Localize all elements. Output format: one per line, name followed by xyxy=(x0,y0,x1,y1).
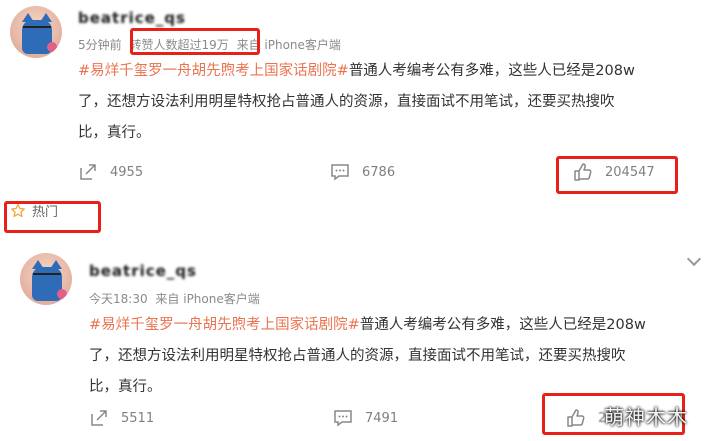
comment-icon xyxy=(331,164,349,181)
avatar[interactable] xyxy=(10,6,62,58)
post-body-line-2: 了，还想方设法利用明星特权抢占普通人的资源，直接面试不用笔试，还要买热搜吹 xyxy=(78,94,615,110)
post-body-line-3: 比，真行。 xyxy=(78,125,151,141)
comment-button[interactable]: 7491 xyxy=(333,408,398,428)
post-body-line-1: 普通人考编考公有多难，这些人已经是208w xyxy=(359,317,646,333)
share-count: 5511 xyxy=(121,410,155,426)
highlight-box-like-1 xyxy=(556,156,678,194)
post-source: 来自 iPhone客户端 xyxy=(155,292,260,306)
avatar[interactable] xyxy=(20,253,72,305)
highlight-box-hot xyxy=(4,201,101,233)
post-time: 5分钟前 xyxy=(78,38,122,52)
comment-count: 7491 xyxy=(365,410,399,426)
share-button[interactable]: 5511 xyxy=(89,408,154,428)
post-text: #易烊千玺罗一舟胡先煦考上国家话剧院#普通人考编考公有多难，这些人已经是208w… xyxy=(78,56,698,149)
username[interactable]: beatrice_qs xyxy=(89,262,197,280)
watermark: 萌神木木 xyxy=(604,405,688,429)
username[interactable]: beatrice_qs xyxy=(78,9,186,27)
hashtag-link[interactable]: #易烊千玺罗一舟胡先煦考上国家话剧院# xyxy=(89,317,360,333)
post-meta: 今天18:30 来自 iPhone客户端 xyxy=(89,290,264,307)
post-time: 今天18:30 xyxy=(89,292,148,306)
share-icon xyxy=(80,164,96,180)
share-count: 4955 xyxy=(110,164,144,180)
post-body-line-3: 比，真行。 xyxy=(89,379,162,395)
post-body-line-1: 普通人考编考公有多难，这些人已经是208w xyxy=(348,63,635,79)
comment-button[interactable]: 6786 xyxy=(330,162,395,182)
highlight-box-stat xyxy=(130,28,260,55)
hashtag-link[interactable]: #易烊千玺罗一舟胡先煦考上国家话剧院# xyxy=(78,63,349,79)
post-body-line-2: 了，还想方设法利用明星特权抢占普通人的资源，直接面试不用笔试，还要买热搜吹 xyxy=(89,348,626,364)
comment-icon xyxy=(334,410,352,427)
share-button[interactable]: 4955 xyxy=(78,162,143,182)
share-icon xyxy=(91,410,107,426)
post-text: #易烊千玺罗一舟胡先煦考上国家话剧院#普通人考编考公有多难，这些人已经是208w… xyxy=(89,310,709,403)
comment-count: 6786 xyxy=(362,164,396,180)
